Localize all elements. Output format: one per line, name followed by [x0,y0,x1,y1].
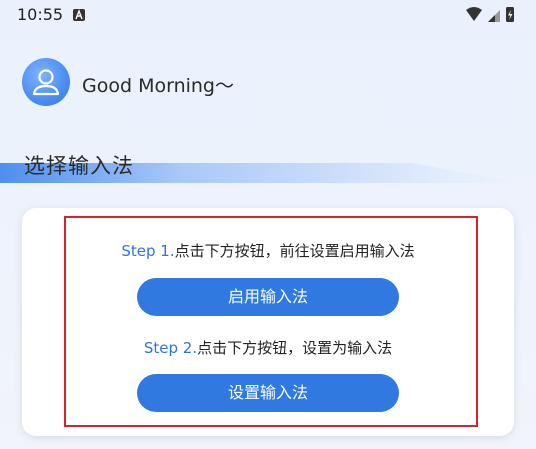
avatar[interactable] [22,58,70,106]
status-icons [466,7,514,22]
set-ime-button[interactable]: 设置输入法 [137,374,399,412]
step-1-instruction: Step 1.点击下方按钮，前往设置启用输入法 [0,240,536,261]
step-1-text: 点击下方按钮，前往设置启用输入法 [174,242,415,260]
user-icon [32,69,60,96]
step-2-instruction: Step 2.点击下方按钮，设置为输入法 [0,337,536,358]
wifi-icon [466,7,482,21]
enable-ime-button[interactable]: 启用输入法 [137,278,399,316]
app-notification-icon [73,9,85,21]
step-2-number: Step 2. [143,339,198,357]
status-time: 10:55 [17,5,64,24]
step-1-number: Step 1. [121,242,175,260]
status-bar: 10:55 [0,0,536,30]
step-2-text: 点击下方按钮，设置为输入法 [197,339,393,357]
greeting-text: Good Morning～ [82,75,234,97]
section-title: 选择输入法 [24,154,134,178]
